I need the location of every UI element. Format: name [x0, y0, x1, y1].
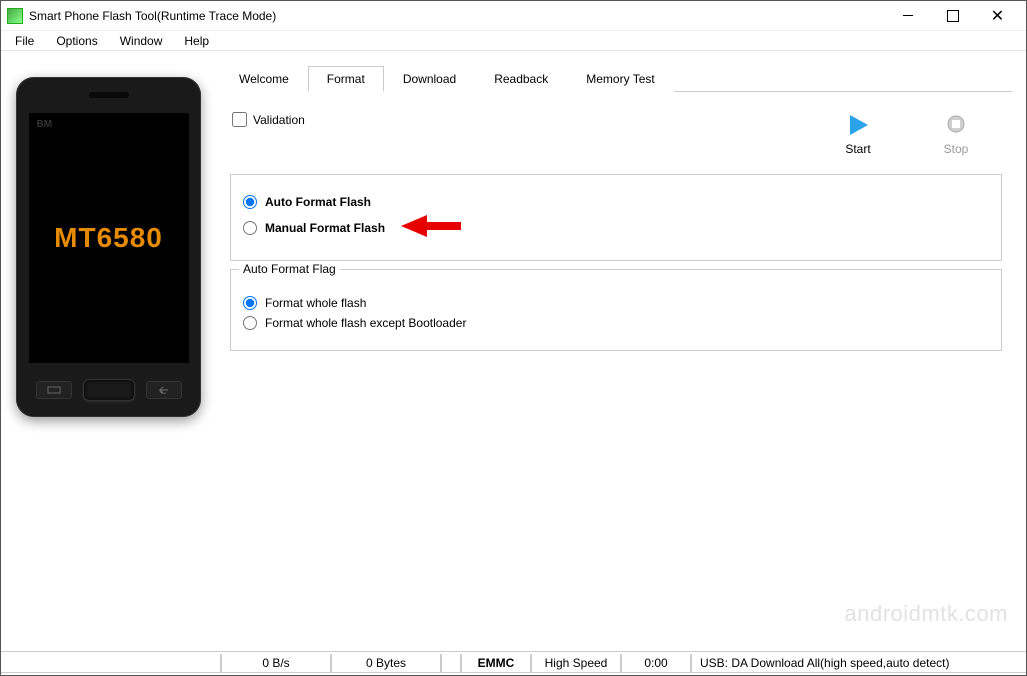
statusbar: 0 B/s 0 Bytes EMMC High Speed 0:00 USB: …	[1, 651, 1026, 675]
phone-home-button	[83, 379, 135, 401]
menu-help[interactable]: Help	[174, 32, 219, 50]
right-panel: Welcome Format Download Readback Memory …	[216, 51, 1026, 651]
format-top-row: Validation Start Stop	[222, 102, 1010, 170]
auto-format-flag-legend: Auto Format Flag	[239, 262, 340, 276]
status-spacer	[441, 654, 461, 673]
tab-welcome[interactable]: Welcome	[220, 66, 308, 92]
radio-format-whole: Format whole flash	[243, 296, 989, 310]
menu-window[interactable]: Window	[110, 32, 173, 50]
minimize-button[interactable]	[885, 1, 930, 30]
radio-auto-format-input[interactable]	[243, 195, 257, 209]
maximize-button[interactable]	[930, 1, 975, 30]
phone-speaker	[89, 92, 129, 98]
radio-format-whole-input[interactable]	[243, 296, 257, 310]
phone-chipset-label: MT6580	[54, 222, 163, 254]
radio-manual-format-input[interactable]	[243, 221, 257, 235]
tab-memory-test[interactable]: Memory Test	[567, 66, 673, 92]
radio-manual-format-label: Manual Format Flash	[265, 221, 385, 235]
radio-format-except-bootloader: Format whole flash except Bootloader	[243, 316, 989, 330]
tab-content-format: Validation Start Stop	[220, 92, 1012, 645]
format-mode-group: Auto Format Flash Manual Format Flash	[230, 174, 1002, 261]
status-progress	[1, 654, 221, 673]
left-panel: BM MT6580	[1, 51, 216, 651]
stop-button[interactable]: Stop	[932, 112, 980, 156]
status-time: 0:00	[621, 654, 691, 673]
start-label: Start	[845, 142, 870, 156]
tab-readback[interactable]: Readback	[475, 66, 567, 92]
arrow-icon	[401, 215, 461, 240]
tab-download[interactable]: Download	[384, 66, 475, 92]
phone-menu-button	[36, 381, 72, 399]
radio-auto-format: Auto Format Flash	[243, 195, 989, 209]
radio-format-whole-label: Format whole flash	[265, 296, 366, 310]
titlebar: Smart Phone Flash Tool(Runtime Trace Mod…	[1, 1, 1026, 31]
menubar: File Options Window Help	[1, 31, 1026, 51]
phone-buttons	[16, 363, 201, 417]
status-usb-mode: USB: DA Download All(high speed,auto det…	[691, 654, 1026, 673]
auto-format-flag-group: Auto Format Flag Format whole flash Form…	[230, 269, 1002, 351]
play-icon	[845, 112, 871, 138]
status-bus: High Speed	[531, 654, 621, 673]
status-storage: EMMC	[461, 654, 531, 673]
tab-format[interactable]: Format	[308, 66, 384, 92]
window-title: Smart Phone Flash Tool(Runtime Trace Mod…	[29, 9, 885, 23]
phone-corner-label: BM	[37, 119, 53, 130]
start-button[interactable]: Start	[834, 112, 882, 156]
main-area: BM MT6580 Welcome Format Download Readba…	[1, 51, 1026, 651]
status-speed: 0 B/s	[221, 654, 331, 673]
window-controls: ✕	[885, 1, 1020, 30]
app-icon	[7, 8, 23, 24]
validation-checkbox-wrap: Validation	[232, 112, 834, 127]
phone-mockup: BM MT6580	[16, 77, 201, 417]
phone-back-button	[146, 381, 182, 399]
phone-top	[16, 77, 201, 113]
status-bytes: 0 Bytes	[331, 654, 441, 673]
phone-screen: BM MT6580	[29, 113, 189, 363]
validation-label: Validation	[253, 113, 305, 127]
menu-options[interactable]: Options	[46, 32, 107, 50]
radio-format-except-bootloader-input[interactable]	[243, 316, 257, 330]
menu-file[interactable]: File	[5, 32, 44, 50]
radio-auto-format-label: Auto Format Flash	[265, 195, 371, 209]
stop-icon	[943, 112, 969, 138]
close-button[interactable]: ✕	[975, 1, 1020, 30]
validation-checkbox[interactable]	[232, 112, 247, 127]
tab-strip: Welcome Format Download Readback Memory …	[220, 65, 1012, 92]
radio-format-except-bootloader-label: Format whole flash except Bootloader	[265, 316, 466, 330]
stop-label: Stop	[944, 142, 969, 156]
action-buttons: Start Stop	[834, 112, 980, 156]
radio-manual-format: Manual Format Flash	[243, 215, 989, 240]
